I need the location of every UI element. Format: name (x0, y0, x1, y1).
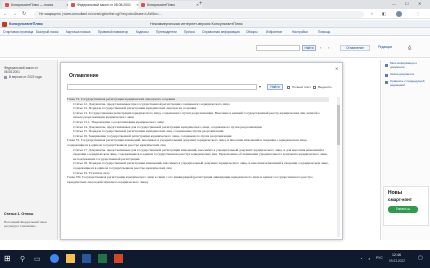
right-link-info[interactable]: Моя информация о документе (390, 61, 428, 69)
dialog-scrollbar-thumb[interactable] (337, 105, 340, 145)
right-link-compare[interactable]: Сравнить с предыдущей редакцией (390, 79, 428, 87)
folder-icon[interactable] (66, 254, 75, 263)
tab-contents[interactable]: Оглавление (340, 45, 370, 51)
next-icon[interactable]: › (328, 45, 329, 50)
app-menu: Стартовая страница Быстрый поиск Карточк… (0, 28, 430, 36)
more-menu-icon[interactable]: ⋮ (416, 10, 420, 18)
ad-subtitle: смарт-конт (388, 197, 412, 202)
powerpoint-icon[interactable] (114, 254, 123, 263)
favicon-icon (141, 3, 145, 7)
article-heading: Статья 1. Отнош (4, 212, 34, 216)
dialog-title: Оглавление (69, 73, 99, 79)
taskbar: ⊞ ⚲ ▭ ◔ ◖ РУС 12:46 09.03.2022 ▢ (0, 250, 430, 268)
app-logo-text[interactable]: КонсультантПлюс (9, 22, 43, 26)
tab-editions[interactable]: Редакции (372, 45, 398, 51)
forward-icon[interactable]: → (12, 10, 17, 18)
task-view-icon[interactable]: ▭ (34, 255, 41, 263)
windows-start-icon[interactable]: ⊞ (4, 254, 11, 263)
highlight-checkbox[interactable] (313, 85, 316, 89)
favicon-icon (71, 3, 75, 7)
contents-dialog: Оглавление ▾ Найти Полный текст Выделить… (60, 62, 343, 240)
ad-button[interactable]: Узнать ш (388, 206, 418, 213)
toc-item[interactable]: Глава VI. Государственная регистрация из… (67, 138, 329, 147)
fulltext-checkbox[interactable] (287, 85, 290, 89)
new-tab-icon[interactable]: + (199, 1, 203, 7)
browser-tab-strip: КонсультантПлюс — поиск ✕ Федеральный за… (0, 0, 430, 9)
prev-icon[interactable]: ‹ (320, 45, 321, 50)
compare-icon (385, 81, 388, 84)
document-search-button[interactable]: Найти (302, 45, 316, 51)
highlight-label: Выделить (318, 85, 332, 89)
document-toolbar: Найти ‹ › Оглавление Редакции ⎙ (0, 38, 430, 58)
tab-title: КонсультантПлюс (147, 3, 176, 7)
menu-item-help[interactable]: Помощь (318, 29, 330, 35)
menu-item-guides[interactable]: Путеводители (156, 29, 177, 35)
consultant-logo-icon (2, 21, 7, 27)
menu-item-navigator[interactable]: Правовой навигатор (98, 29, 128, 35)
app-header-title: Некоммерческая интернет-версия Консульта… (150, 21, 243, 26)
fulltext-label: Полный текст (292, 85, 312, 89)
favicon-icon (5, 3, 9, 7)
menu-item-start[interactable]: Стартовая страница (3, 29, 33, 35)
dialog-scrollbar[interactable] (337, 97, 340, 237)
contents-search-button[interactable]: Найти (267, 84, 283, 90)
address-row: ← → ↻ Не защищено | www.consultant.ru/co… (0, 9, 430, 19)
star-icon[interactable]: ☆ (370, 10, 374, 18)
clock-date[interactable]: 09.03.2022 (389, 259, 405, 263)
document-search-input[interactable] (256, 45, 300, 51)
toc-item[interactable]: Статья 13. Государственная регистрация ю… (67, 111, 329, 120)
tab-title: КонсультантПлюс — поиск (11, 3, 54, 7)
menu-item-reference[interactable]: Справочная информация (202, 29, 240, 35)
document-title: Федеральный закон от 08.08.2001 (4, 66, 38, 74)
notifications-icon[interactable]: ▢ (418, 255, 423, 261)
contents-search-input[interactable] (67, 84, 257, 90)
clock-time[interactable]: 12:46 (392, 253, 401, 257)
reload-icon[interactable]: ↻ (22, 10, 26, 18)
document-right-panel: Моя информация о документе Связи докумен… (380, 60, 430, 240)
menu-item-reviews[interactable]: Обзоры (246, 29, 258, 35)
tab-title: Федеральный закон от 08.08.2001 (77, 3, 131, 7)
contents-list: Глава VI. Государственная регистрация юр… (67, 97, 329, 184)
right-link-relations[interactable]: Связи документа (390, 72, 428, 77)
menu-item-favorites[interactable]: Избранное (266, 29, 282, 35)
url-bar[interactable]: Не защищено | www.consultant.ru/cons/cgi… (34, 10, 364, 18)
menu-item-search-card[interactable]: Карточка поиска (66, 29, 90, 35)
dropdown-icon[interactable]: ▾ (259, 84, 261, 89)
search-icon[interactable]: ⚲ (20, 255, 25, 263)
browser-tab[interactable]: КонсультантПлюс ✕ (138, 1, 202, 9)
extensions-icon[interactable]: ◧ (382, 10, 386, 18)
edition-label: В версии от 2022 года (9, 75, 42, 79)
menu-item-press[interactable]: Пресса (184, 29, 195, 35)
print-icon[interactable]: ⎙ (408, 45, 411, 50)
ad-title: Новы (388, 190, 403, 196)
edition-icon (4, 76, 7, 79)
language-indicator[interactable]: РУС (376, 256, 383, 260)
ad-banner[interactable]: Новы смарт-конт Узнать ш (383, 186, 429, 226)
links-icon (385, 74, 388, 77)
article-text: Настоящий Федеральный закон регулирует о… (4, 220, 47, 228)
excel-icon[interactable] (98, 254, 107, 263)
toc-item[interactable]: Статья 17. Документы, представляемые для… (67, 148, 329, 162)
window-close-icon[interactable]: ✕ (418, 1, 421, 6)
chrome-icon[interactable] (50, 254, 59, 263)
menu-item-codes[interactable]: Кодексы (136, 29, 149, 35)
maximize-icon[interactable]: ☐ (405, 1, 409, 6)
toc-item[interactable]: Статья 18. Порядок государственной регис… (67, 161, 329, 170)
toc-item[interactable]: Глава VII. Государственная регистрация ю… (67, 175, 329, 184)
info-icon (385, 64, 388, 67)
menu-item-settings[interactable]: Настройки (292, 29, 308, 35)
volume-icon[interactable]: ◖ (368, 256, 370, 261)
browser-tab-active[interactable]: Федеральный закон от 08.08.2001 ✕ (68, 1, 142, 9)
app-header: КонсультантПлюс Некоммерческая интернет-… (0, 20, 430, 28)
avatar[interactable] (396, 11, 402, 17)
dialog-close-icon[interactable]: ✕ (335, 66, 338, 71)
minimize-icon[interactable]: — (392, 1, 396, 6)
back-icon[interactable]: ← (3, 10, 8, 18)
browser-tab[interactable]: КонсультантПлюс — поиск ✕ (2, 1, 72, 9)
network-icon[interactable]: ◔ (360, 256, 362, 261)
document-left-panel: Федеральный закон от 08.08.2001 В версии… (0, 60, 58, 240)
menu-item-quick-search[interactable]: Быстрый поиск (36, 29, 58, 35)
word-icon[interactable] (82, 254, 91, 263)
